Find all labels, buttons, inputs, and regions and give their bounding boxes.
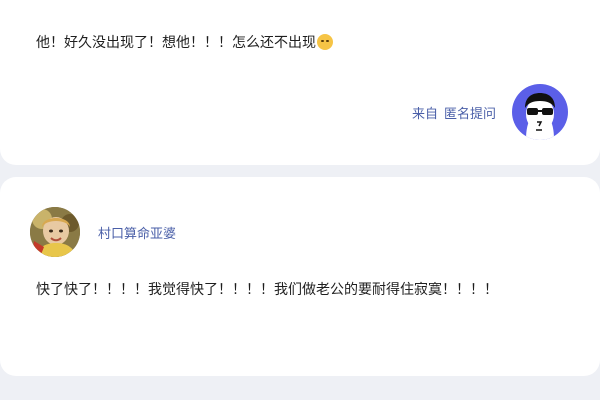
question-text: 他！好久没出现了！想他！！！怎么还不出现 [36,35,316,51]
user-avatar[interactable] [30,207,80,257]
question-card: 他！好久没出现了！想他！！！怎么还不出现 来自 匿名提问 [0,0,600,165]
answer-text: 快了快了！！！！我觉得快了！！！！我们做老公的要耐得住寂寞！！！！ [36,282,498,298]
question-text-line: 他！好久没出现了！想他！！！怎么还不出现 [36,32,333,52]
anonymous-avatar[interactable] [512,84,568,140]
from-label: 来自 [411,107,438,122]
from-name: 匿名提问 [443,107,496,122]
username[interactable]: 村口算命亚婆 [98,223,176,242]
question-source[interactable]: 来自 匿名提问 [412,103,496,122]
answer-card: 村口算命亚婆 快了快了！！！！我觉得快了！！！！我们做老公的要耐得住寂寞！！！！ [0,177,600,376]
crying-face-icon [317,34,333,50]
anonymous-sunglasses-icon [525,93,555,140]
user-photo-icon [30,207,80,257]
